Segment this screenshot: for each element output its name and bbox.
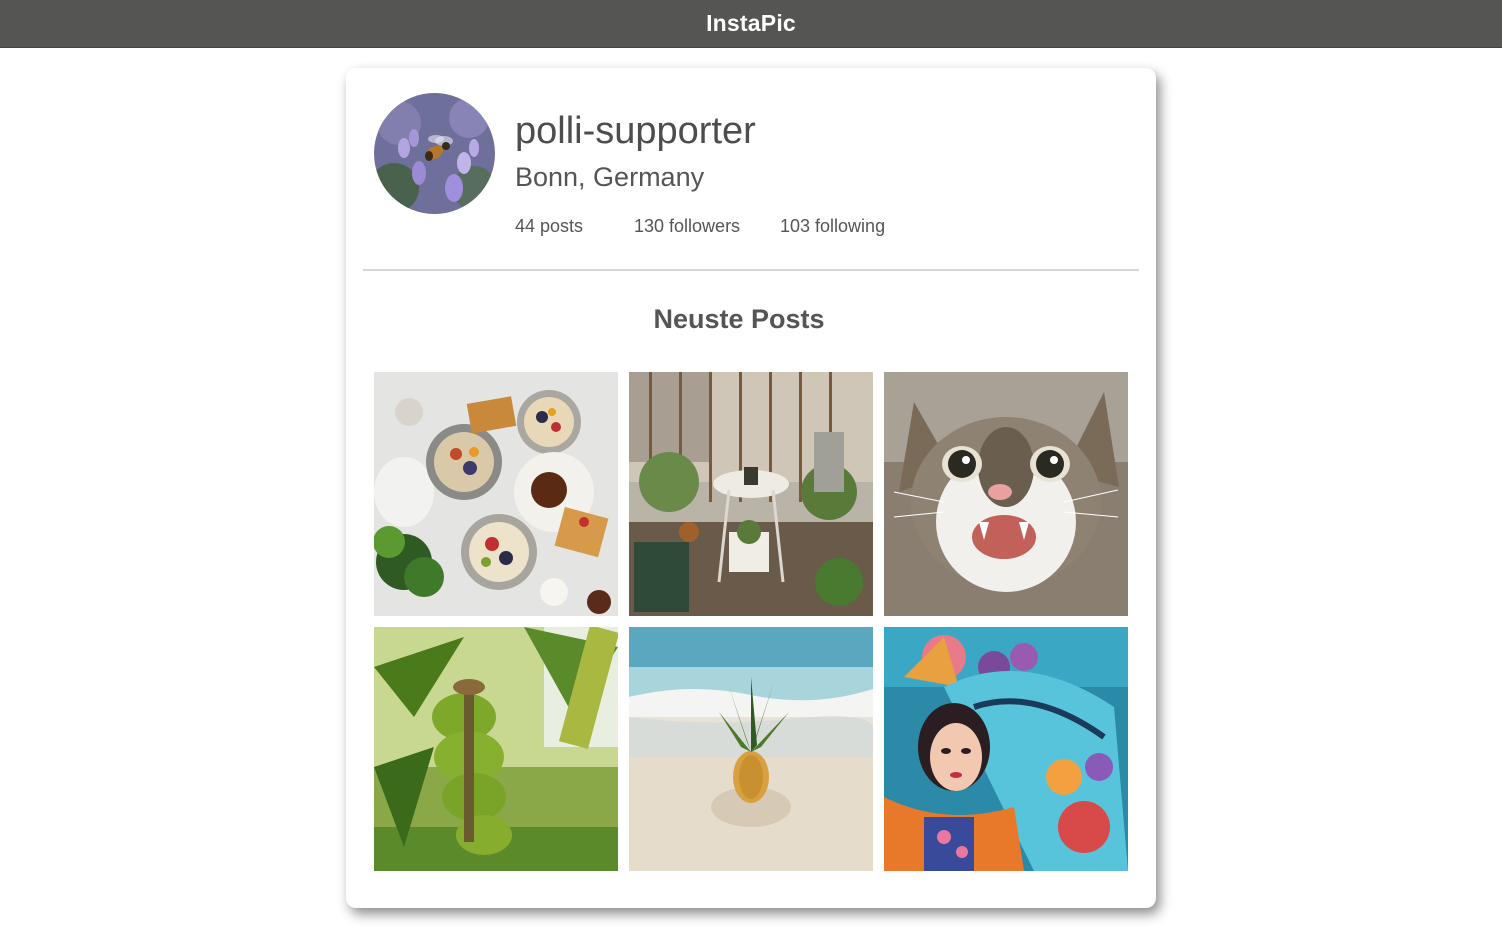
section-title: Neuste Posts [653,304,825,334]
profile-card: polli-supporter Bonn, Germany 44 posts 1… [346,68,1156,908]
top-bar: InstaPic [0,0,1502,48]
post-tile-breakfast[interactable] [374,372,618,616]
posts-grid [374,372,1128,871]
post-tile-bananas[interactable] [374,627,618,871]
bananas-image [374,627,618,871]
cat-image [884,372,1128,616]
profile-avatar[interactable] [374,93,495,214]
breakfast-bowls-image [374,372,618,616]
following-count[interactable]: 103 following [780,216,885,237]
balcony-garden-image [629,372,873,616]
posts-count[interactable]: 44 posts [515,216,583,237]
post-tile-balcony[interactable] [629,372,873,616]
followers-count[interactable]: 130 followers [634,216,740,237]
pineapple-beach-image [629,627,873,871]
app-title[interactable]: InstaPic [706,10,796,37]
painted-woman-art-image [884,627,1128,871]
post-tile-cat[interactable] [884,372,1128,616]
profile-username: polli-supporter [515,110,756,152]
post-tile-pineapple[interactable] [629,627,873,871]
divider [363,269,1139,271]
bee-on-lavender-image [374,93,495,214]
post-tile-art[interactable] [884,627,1128,871]
profile-location: Bonn, Germany [515,162,705,192]
